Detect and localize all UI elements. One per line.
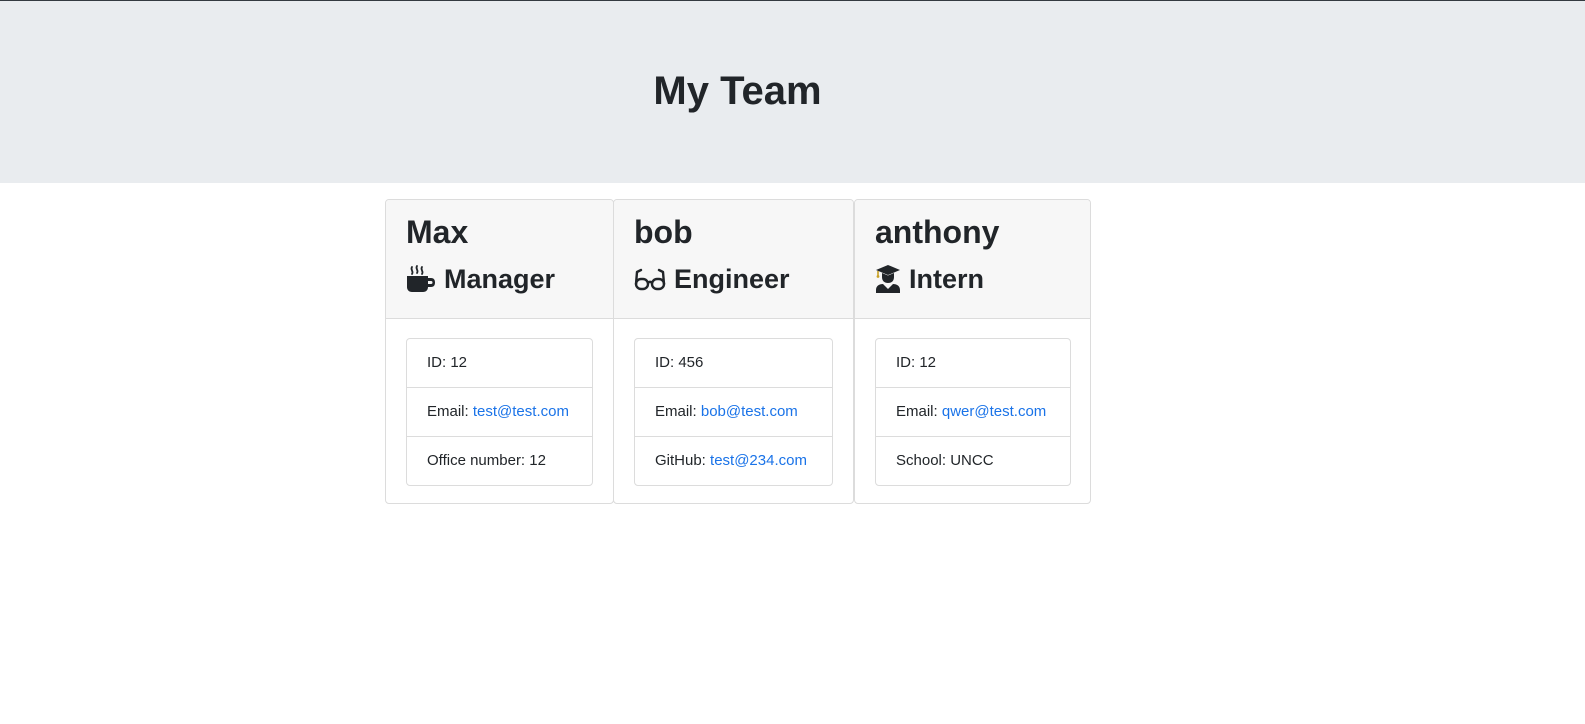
glasses-icon bbox=[634, 264, 666, 294]
id-value: 12 bbox=[919, 354, 937, 371]
id-label: ID: bbox=[896, 354, 916, 371]
github-label: GitHub: bbox=[655, 452, 706, 469]
school-label: School: bbox=[896, 452, 947, 469]
school-row: School: UNCC bbox=[876, 437, 1070, 485]
email-label: Email: bbox=[427, 403, 469, 420]
employee-details: ID: 456 Email: bob@test.com GitHub: test… bbox=[634, 338, 833, 486]
email-link[interactable]: bob@test.com bbox=[701, 403, 798, 420]
email-link[interactable]: qwer@test.com bbox=[942, 403, 1046, 420]
employee-role: Engineer bbox=[634, 260, 790, 298]
id-value: 456 bbox=[678, 354, 704, 371]
employee-role-label: Intern bbox=[909, 264, 985, 294]
employee-card-engineer: bob Engineer ID: 456 Email: bob@test.com… bbox=[613, 199, 854, 504]
office-number-row: Office number: 12 bbox=[407, 437, 592, 485]
email-row: Email: test@test.com bbox=[407, 388, 592, 437]
email-label: Email: bbox=[896, 403, 938, 420]
employee-name: anthony bbox=[875, 214, 1000, 250]
employee-name: bob bbox=[634, 214, 693, 250]
employee-role-label: Manager bbox=[444, 264, 556, 294]
coffee-mug-icon bbox=[406, 264, 436, 294]
graduate-icon bbox=[875, 264, 901, 294]
employee-role: Manager bbox=[406, 260, 555, 298]
id-label: ID: bbox=[655, 354, 675, 371]
school-value: UNCC bbox=[950, 452, 994, 469]
github-row: GitHub: test@234.com bbox=[635, 437, 832, 485]
employee-name: Max bbox=[406, 214, 469, 250]
employee-details: ID: 12 Email: test@test.com Office numbe… bbox=[406, 338, 593, 486]
email-row: Email: bob@test.com bbox=[635, 388, 832, 437]
card-header: bob Engineer bbox=[614, 200, 853, 319]
email-link[interactable]: test@test.com bbox=[473, 403, 569, 420]
employee-card-intern: anthony Intern ID: 12 Email: qwer@test.c… bbox=[854, 199, 1091, 504]
id-value: 12 bbox=[450, 354, 468, 371]
id-label: ID: bbox=[427, 354, 447, 371]
employee-details: ID: 12 Email: qwer@test.com School: UNCC bbox=[875, 338, 1071, 486]
email-row: Email: qwer@test.com bbox=[876, 388, 1070, 437]
employee-role: Intern bbox=[875, 260, 984, 298]
github-link[interactable]: test@234.com bbox=[710, 452, 807, 469]
card-header: Max Manager bbox=[386, 200, 613, 319]
card-header: anthony Intern bbox=[855, 200, 1090, 319]
office-number-label: Office number: bbox=[427, 452, 526, 469]
employee-card-manager: Max Manager ID: 12 Email: test@test.com … bbox=[385, 199, 614, 504]
page-header: My Team bbox=[0, 1, 1585, 183]
id-row: ID: 12 bbox=[876, 339, 1070, 388]
employee-role-label: Engineer bbox=[674, 264, 790, 294]
office-number-value: 12 bbox=[529, 452, 546, 469]
id-row: ID: 12 bbox=[407, 339, 592, 388]
email-label: Email: bbox=[655, 403, 697, 420]
id-row: ID: 456 bbox=[635, 339, 832, 388]
page-title: My Team bbox=[653, 69, 822, 113]
